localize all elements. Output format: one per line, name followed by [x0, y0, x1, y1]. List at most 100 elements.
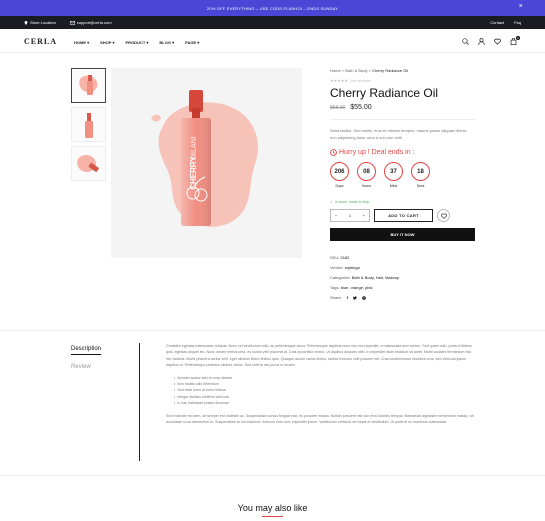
qty-value[interactable]: 1: [349, 213, 351, 218]
user-icon[interactable]: [478, 38, 485, 45]
promo-text: 20% OFF EVERYTHING – USE CODE:FLASH20 – …: [206, 5, 339, 11]
feature-list: Aenean auctor wisi et urna ultrices Non …: [174, 375, 476, 407]
related-heading: You may also like: [237, 503, 308, 513]
description-paragraph-1: Curabitur egestas malesuada volutpat. Nu…: [166, 344, 472, 368]
timer-label: Secs: [416, 184, 425, 188]
thumbnail-list: [71, 68, 106, 185]
vendor-value[interactable]: wpbingo: [345, 265, 360, 270]
product-thumbnail-image: [78, 74, 98, 95]
countdown-timer: 206 Days 08 Hours 37 Mins 18 Secs: [330, 162, 475, 188]
tags-label: Tags:: [330, 285, 340, 290]
heart-icon[interactable]: [494, 38, 501, 45]
timer-value: 37: [384, 162, 403, 181]
tab-description[interactable]: Description: [71, 346, 102, 355]
tags-row: Tags: blue, orange, pink: [330, 285, 475, 290]
close-icon[interactable]: ×: [519, 3, 523, 10]
contact-link[interactable]: Contact: [490, 20, 504, 25]
twitter-icon[interactable]: [353, 295, 357, 300]
promo-bar: 20% OFF EVERYTHING – USE CODE:FLASH20 – …: [0, 0, 545, 16]
deal-heading: Hurry up ! Deal ends in :: [330, 149, 475, 156]
divider: [330, 119, 475, 120]
short-description: Nulla facilisi. Sed mollis, eros et ultr…: [330, 128, 468, 140]
sku-row: SKU: 0182: [330, 255, 475, 260]
tags-value[interactable]: blue, orange, pink: [341, 285, 373, 290]
deal-text: Hurry up ! Deal ends in :: [339, 149, 415, 156]
nav-home[interactable]: HOME ▾: [74, 40, 89, 45]
breadcrumb-category[interactable]: Bath & Body: [345, 68, 367, 73]
top-bar: Store Location support@cerla.com Contact…: [0, 16, 545, 29]
description-paragraph-2: Sed molestie est sem, sit semper est mol…: [166, 413, 475, 425]
tab-review[interactable]: Review: [71, 364, 101, 370]
product-title: Cherry Radiance Oil: [330, 86, 439, 100]
section-divider: [0, 475, 545, 476]
categories-label: Categories:: [330, 275, 351, 280]
categories-value[interactable]: Bath & Body, Hair, Makeup: [352, 275, 400, 280]
purchase-actions: − 1 + ADD TO CART: [330, 209, 475, 222]
nav-shop[interactable]: SHOP ▾: [100, 40, 114, 45]
quantity-stepper: − 1 +: [330, 209, 370, 222]
pinterest-icon[interactable]: [362, 295, 366, 300]
facebook-icon[interactable]: f: [347, 295, 348, 300]
reviews-count[interactable]: No reviews: [351, 78, 371, 83]
vendor-label: Vendor:: [330, 265, 344, 270]
heading-underline: [262, 516, 283, 517]
mail-icon: [69, 20, 75, 25]
faq-link[interactable]: Faq: [514, 20, 521, 25]
cart-button[interactable]: 0: [510, 36, 520, 45]
timer-label: Hours: [361, 184, 372, 188]
wishlist-button[interactable]: [437, 209, 450, 222]
store-location-link[interactable]: Store Location: [24, 20, 56, 25]
cart-count-badge: 0: [516, 36, 520, 40]
timer-label: Days: [335, 184, 344, 188]
svg-text:CHERRY: CHERRY: [189, 156, 198, 190]
rating: ★★★★★ No reviews: [330, 78, 475, 83]
qty-minus-button[interactable]: −: [335, 213, 337, 218]
timer-mins: 37 Mins: [384, 162, 403, 188]
main-product-image[interactable]: MILANI CHERRY: [111, 68, 302, 258]
add-to-cart-button[interactable]: ADD TO CART: [374, 209, 433, 222]
breadcrumb-current: Cherry Radiance Oil: [372, 68, 409, 73]
current-price: $55.00: [350, 104, 372, 111]
vendor-row: Vendor: wpbingo: [330, 265, 475, 270]
buy-now-button[interactable]: BUY IT NOW: [330, 228, 475, 241]
thumbnail-1[interactable]: [71, 68, 106, 103]
timer-value: 18: [411, 162, 430, 181]
email-label: support@cerla.com: [76, 20, 112, 25]
product-tabs: Description Review: [71, 346, 102, 379]
thumbnail-3[interactable]: [71, 146, 106, 181]
qty-plus-button[interactable]: +: [363, 213, 365, 218]
price: $58.00 $55.00: [330, 104, 475, 111]
thumbnail-2[interactable]: [71, 107, 106, 142]
product-image: MILANI CHERRY: [151, 90, 259, 227]
stock-status: ✓ In stock, ready to ship: [330, 200, 475, 204]
search-icon[interactable]: [462, 38, 469, 45]
timer-label: Mins: [389, 184, 398, 188]
share-row: Share: f: [330, 295, 475, 300]
list-item: In hac habitasse platea dictumst: [174, 400, 476, 406]
svg-text:MILANI: MILANI: [191, 136, 198, 159]
timer-value: 08: [357, 162, 376, 181]
product-thumbnail-image: [84, 112, 93, 138]
sku-label: SKU:: [330, 255, 340, 260]
product-thumbnail-image: [76, 154, 99, 172]
clock-icon: [330, 149, 337, 156]
store-location-label: Store Location: [30, 20, 56, 25]
nav-product[interactable]: PRODUCT ▾: [126, 40, 149, 45]
timer-secs: 18 Secs: [411, 162, 430, 188]
logo[interactable]: CERLA: [24, 37, 57, 46]
sku-value: 0182: [340, 255, 350, 260]
description-content: Curabitur egestas malesuada volutpat. Nu…: [166, 343, 476, 425]
share-label: Share:: [330, 295, 342, 300]
heart-icon: [440, 213, 447, 219]
breadcrumb-home[interactable]: Home: [330, 68, 341, 73]
breadcrumb: Home > Bath & Body > Cherry Radiance Oil: [330, 68, 475, 73]
breadcrumb-separator: >: [341, 68, 345, 73]
product-meta: SKU: 0182 Vendor: wpbingo Categories: Ba…: [330, 255, 475, 300]
tab-divider: [139, 343, 140, 461]
site-header: CERLA HOME ▾ SHOP ▾ PRODUCT ▾ BLOG ▾ PAG…: [0, 29, 545, 53]
main-nav: HOME ▾ SHOP ▾ PRODUCT ▾ BLOG ▾ PAGE ▾: [74, 40, 199, 45]
timer-value: 206: [330, 162, 349, 181]
nav-page[interactable]: PAGE ▾: [185, 40, 199, 45]
nav-blog[interactable]: BLOG ▾: [159, 40, 174, 45]
email-link[interactable]: support@cerla.com: [69, 20, 112, 25]
